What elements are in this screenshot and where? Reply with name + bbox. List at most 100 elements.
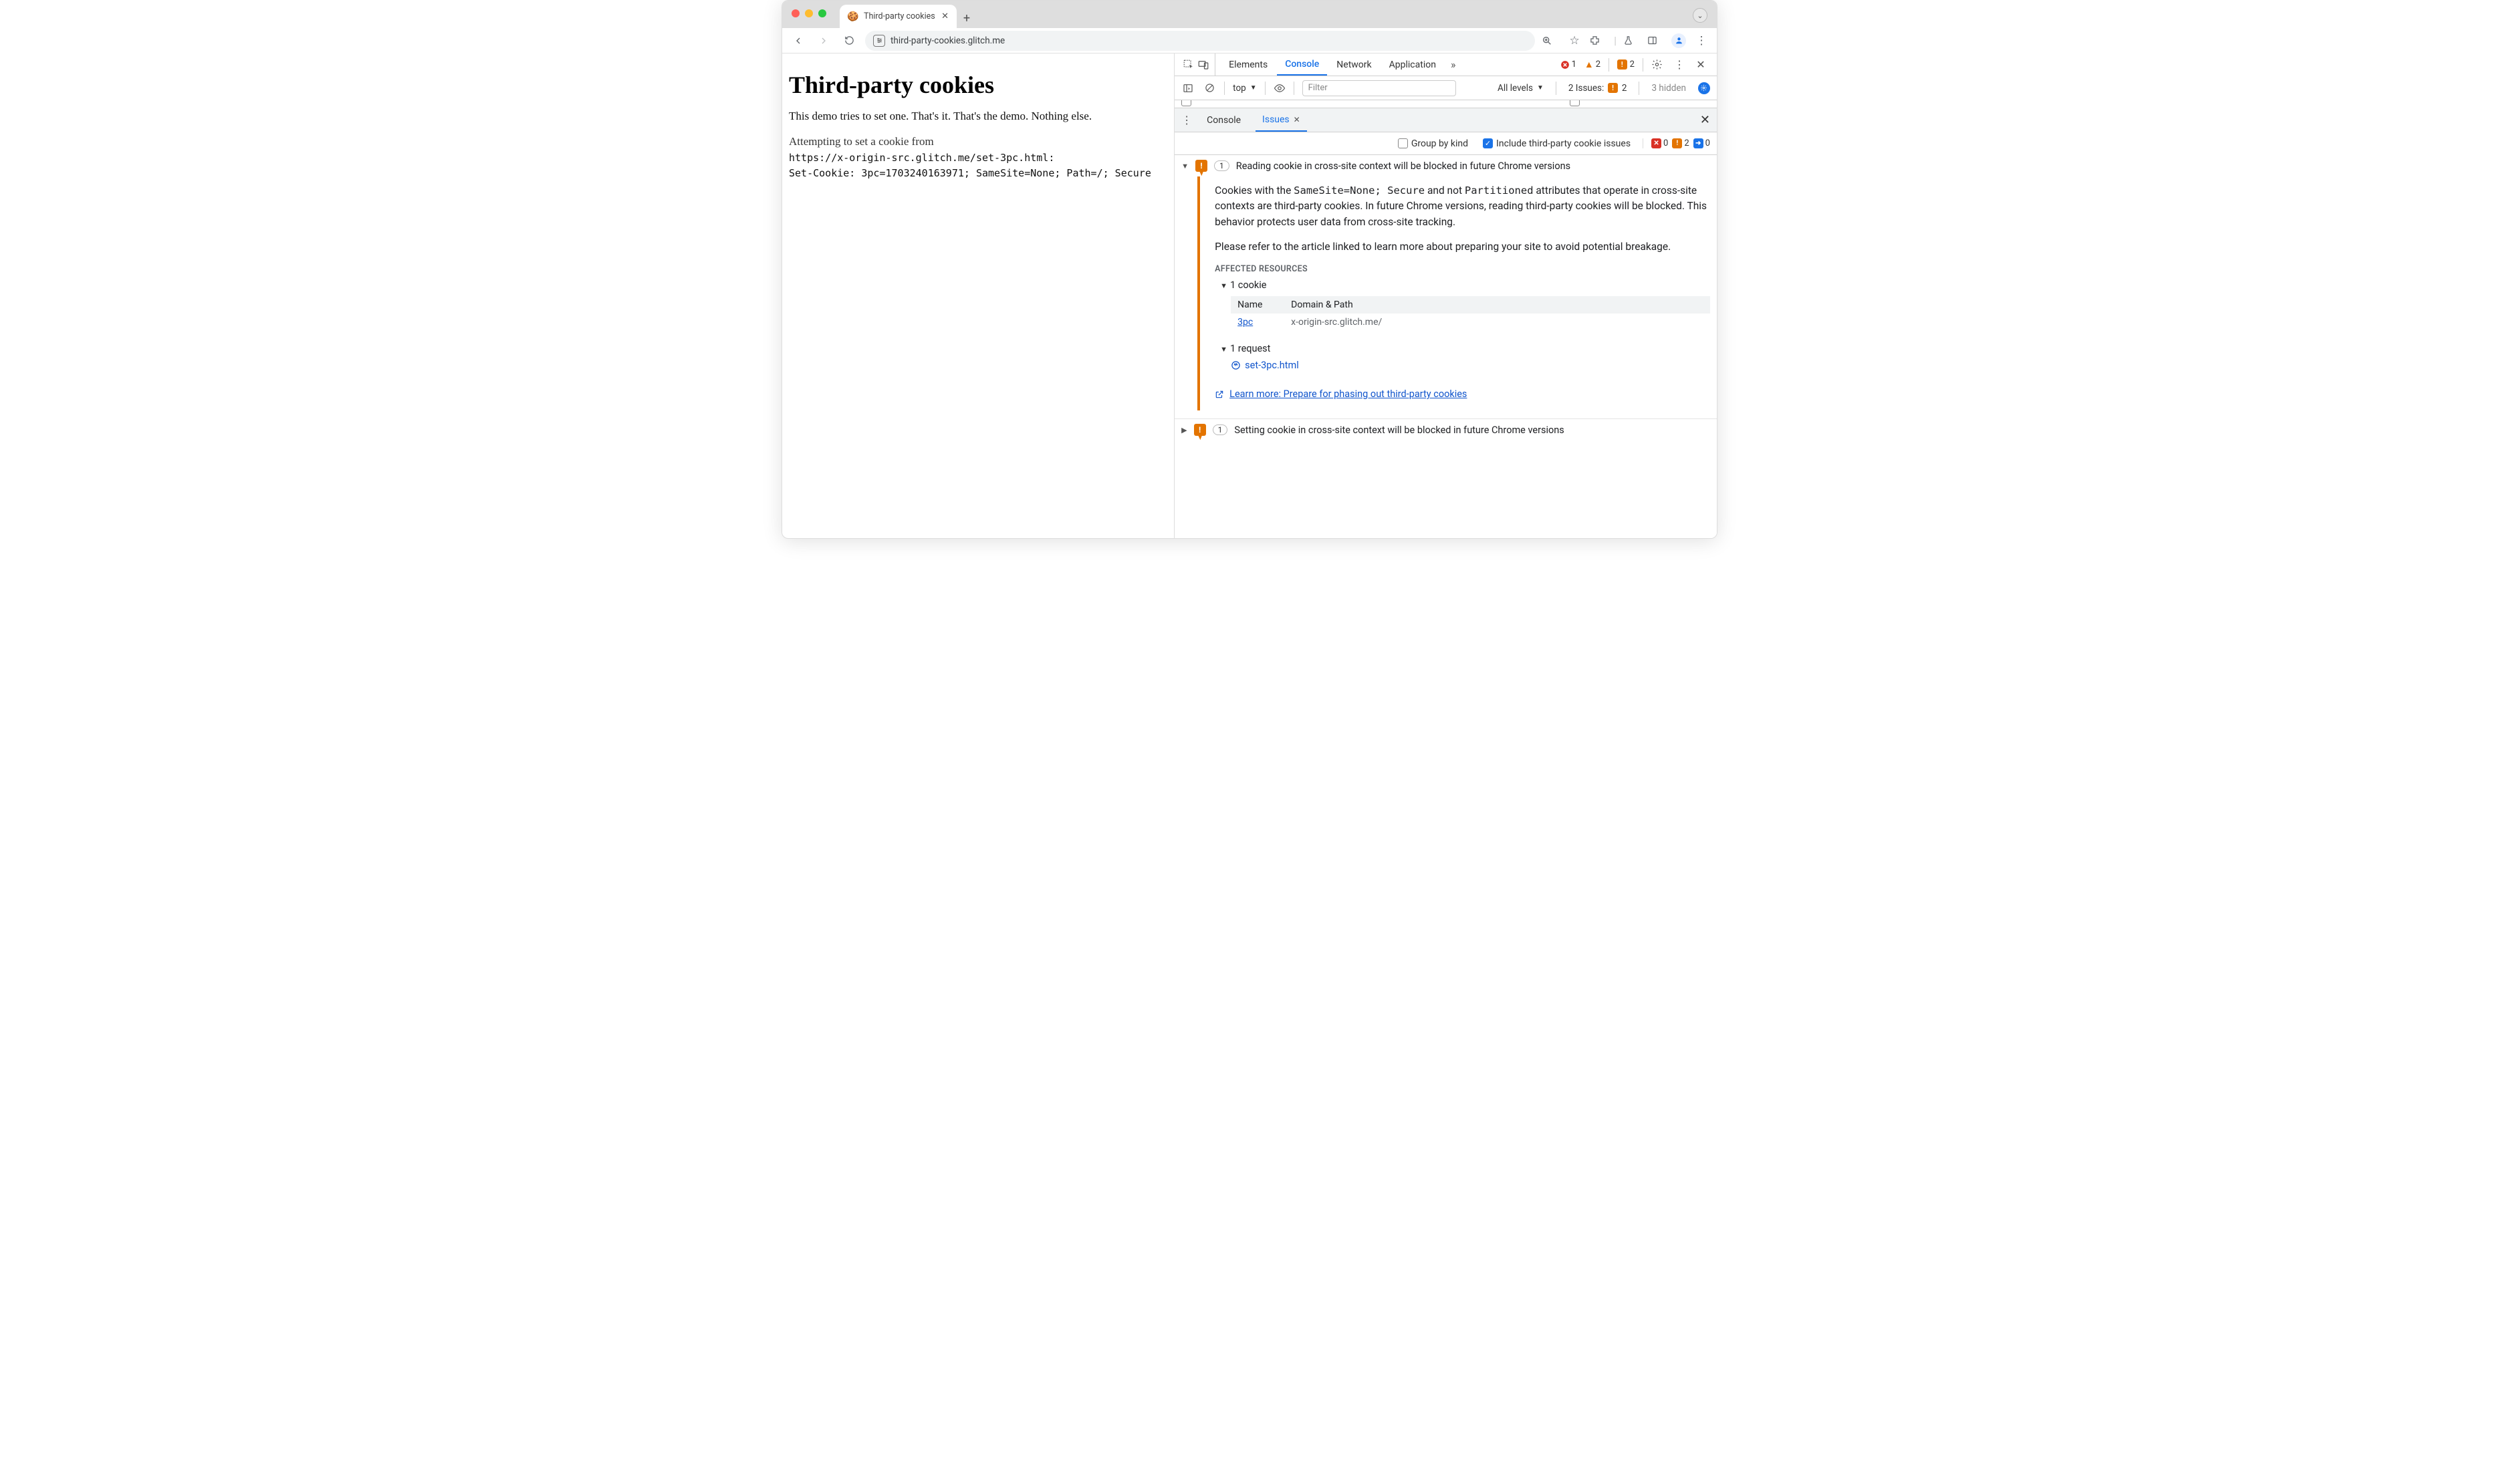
devtools-close-button[interactable]: ✕ <box>1694 58 1707 71</box>
page-intro: This demo tries to set one. That's it. T… <box>789 110 1167 123</box>
warning-icon: ▲ <box>1584 59 1594 70</box>
devtools-tab-bar: Elements Console Network Application » 1… <box>1175 53 1717 76</box>
issues-count[interactable]: ! 2 <box>1617 59 1635 70</box>
side-panel-icon[interactable] <box>1647 35 1665 45</box>
issue-detail: Cookies with the SameSite=None; Secure a… <box>1197 176 1717 410</box>
console-settings-icon[interactable] <box>1698 82 1710 94</box>
inspect-icon[interactable] <box>1183 59 1195 71</box>
labs-icon[interactable] <box>1623 35 1641 45</box>
devtools-menu-button[interactable]: ⋮ <box>1673 58 1686 71</box>
browser-tab[interactable]: 🍪 Third-party cookies ✕ <box>840 5 957 28</box>
issue-flag-icon: ! <box>1617 59 1627 70</box>
warning-count[interactable]: ▲ 2 <box>1584 59 1600 70</box>
devtools-panel: Elements Console Network Application » 1… <box>1175 53 1717 538</box>
url-text: third-party-cookies.glitch.me <box>890 35 1005 46</box>
page-viewport: Third-party cookies This demo tries to s… <box>782 53 1175 538</box>
close-window-button[interactable] <box>792 9 800 17</box>
issue-kind-badges: ✕0 !2 ➜0 <box>1643 138 1710 148</box>
hidden-count[interactable]: 3 hidden <box>1651 83 1686 94</box>
filter-input[interactable]: Filter <box>1302 80 1456 96</box>
affected-cookies-toggle[interactable]: ▼1 cookie <box>1215 279 1710 291</box>
log-levels-selector[interactable]: All levels ▼ <box>1498 83 1544 94</box>
tab-application[interactable]: Application <box>1381 53 1444 76</box>
zoom-icon[interactable] <box>1542 35 1559 46</box>
page-attempt-line: Attempting to set a cookie from <box>789 135 1167 148</box>
chevron-down-icon: ▼ <box>1250 84 1257 92</box>
issues-link[interactable]: 2 Issues: ! 2 <box>1568 83 1627 94</box>
drawer-close-button[interactable]: ✕ <box>1700 113 1710 127</box>
traffic-lights <box>792 9 826 17</box>
expand-triangle-icon[interactable]: ▶ <box>1181 426 1187 435</box>
page-heading: Third-party cookies <box>789 71 1167 99</box>
device-toggle-icon[interactable] <box>1197 59 1209 71</box>
affected-resources-heading: Affected Resources <box>1215 264 1710 274</box>
issues-toolbar: Group by kind ✓ Include third-party cook… <box>1175 132 1717 155</box>
include-3pc-checkbox[interactable]: ✓ Include third-party cookie issues <box>1483 138 1631 149</box>
minimize-window-button[interactable] <box>805 9 813 17</box>
reload-button[interactable] <box>840 31 858 50</box>
close-icon[interactable]: ✕ <box>1294 115 1300 124</box>
badge-info[interactable]: ➜0 <box>1693 138 1710 148</box>
live-expression-icon[interactable] <box>1274 82 1286 94</box>
expand-triangle-icon[interactable]: ▼ <box>1181 162 1189 170</box>
tab-console[interactable]: Console <box>1277 53 1327 76</box>
issue-title: Reading cookie in cross-site context wil… <box>1236 160 1570 172</box>
sidebar-toggle-icon[interactable] <box>1181 82 1195 95</box>
cookie-name-link[interactable]: 3pc <box>1231 314 1284 331</box>
tab-title: Third-party cookies <box>864 11 935 21</box>
settings-icon[interactable] <box>1651 59 1665 70</box>
tabs-dropdown-button[interactable]: ⌄ <box>1693 8 1707 23</box>
drawer-tab-issues[interactable]: Issues ✕ <box>1256 108 1307 132</box>
badge-warnings[interactable]: !2 <box>1672 138 1689 148</box>
col-name: Name <box>1231 296 1284 314</box>
clear-console-icon[interactable] <box>1203 82 1216 95</box>
url-bar[interactable]: third-party-cookies.glitch.me <box>865 31 1535 51</box>
tabs-overflow-button[interactable]: » <box>1445 58 1461 71</box>
cookie-favicon-icon: 🍪 <box>848 11 858 22</box>
profile-avatar[interactable] <box>1671 33 1686 48</box>
site-settings-icon[interactable] <box>873 35 885 47</box>
new-tab-button[interactable]: + <box>957 8 977 28</box>
badge-errors[interactable]: ✕0 <box>1651 138 1668 148</box>
chevron-down-icon: ▼ <box>1537 84 1544 92</box>
close-tab-button[interactable]: ✕ <box>941 11 949 21</box>
error-count[interactable]: 1 <box>1560 59 1576 70</box>
issue-body-1: Cookies with the SameSite=None; Secure a… <box>1215 183 1710 230</box>
maximize-window-button[interactable] <box>818 9 826 17</box>
issue-flag-icon: ! <box>1608 83 1618 93</box>
external-link-icon <box>1215 390 1224 399</box>
address-bar: third-party-cookies.glitch.me ☆ | ⋮ <box>782 28 1717 53</box>
issue-count-pill: 1 <box>1213 424 1228 435</box>
chrome-menu-button[interactable]: ⋮ <box>1693 34 1710 47</box>
page-mono-2: Set-Cookie: 3pc=1703240163971; SameSite=… <box>789 166 1167 181</box>
request-link[interactable]: set-3pc.html <box>1231 360 1710 371</box>
console-settings-strip <box>1175 100 1717 108</box>
issue-row[interactable]: ▶ ! 1 Setting cookie in cross-site conte… <box>1175 419 1717 441</box>
issue-flag-icon: ! <box>1194 424 1206 436</box>
bookmark-icon[interactable]: ☆ <box>1566 34 1583 47</box>
drawer-menu-button[interactable]: ⋮ <box>1181 114 1192 126</box>
tab-network[interactable]: Network <box>1328 53 1379 76</box>
col-domain: Domain & Path <box>1284 296 1425 314</box>
drawer-tab-bar: ⋮ Console Issues ✕ ✕ <box>1175 108 1717 132</box>
issue-count-pill: 1 <box>1214 160 1229 171</box>
affected-requests-toggle[interactable]: ▼1 request <box>1215 343 1710 354</box>
cookie-table: Name Domain & Path 3pc x-origin-src.glit… <box>1231 296 1710 331</box>
table-row: 3pc x-origin-src.glitch.me/ <box>1231 314 1710 331</box>
window-titlebar: 🍪 Third-party cookies ✕ + ⌄ <box>782 1 1717 28</box>
learn-more-link[interactable]: Learn more: Prepare for phasing out thir… <box>1215 388 1710 400</box>
issues-list: ▼ ! 1 Reading cookie in cross-site conte… <box>1175 155 1717 538</box>
issue-row[interactable]: ▼ ! 1 Reading cookie in cross-site conte… <box>1175 155 1717 176</box>
back-button[interactable] <box>789 31 808 50</box>
cookie-domain: x-origin-src.glitch.me/ <box>1284 314 1425 331</box>
console-toolbar: top ▼ Filter All levels ▼ <box>1175 76 1717 100</box>
issue-flag-icon: ! <box>1195 160 1207 172</box>
forward-button[interactable] <box>814 31 833 50</box>
page-mono-1: https://x-origin-src.glitch.me/set-3pc.h… <box>789 150 1167 166</box>
extensions-icon[interactable] <box>1590 35 1607 45</box>
group-by-kind-checkbox[interactable]: Group by kind <box>1398 138 1468 149</box>
tab-elements[interactable]: Elements <box>1221 53 1276 76</box>
issue-title: Setting cookie in cross-site context wil… <box>1234 424 1564 436</box>
drawer-tab-console[interactable]: Console <box>1200 108 1247 132</box>
context-selector[interactable]: top ▼ <box>1233 83 1256 94</box>
